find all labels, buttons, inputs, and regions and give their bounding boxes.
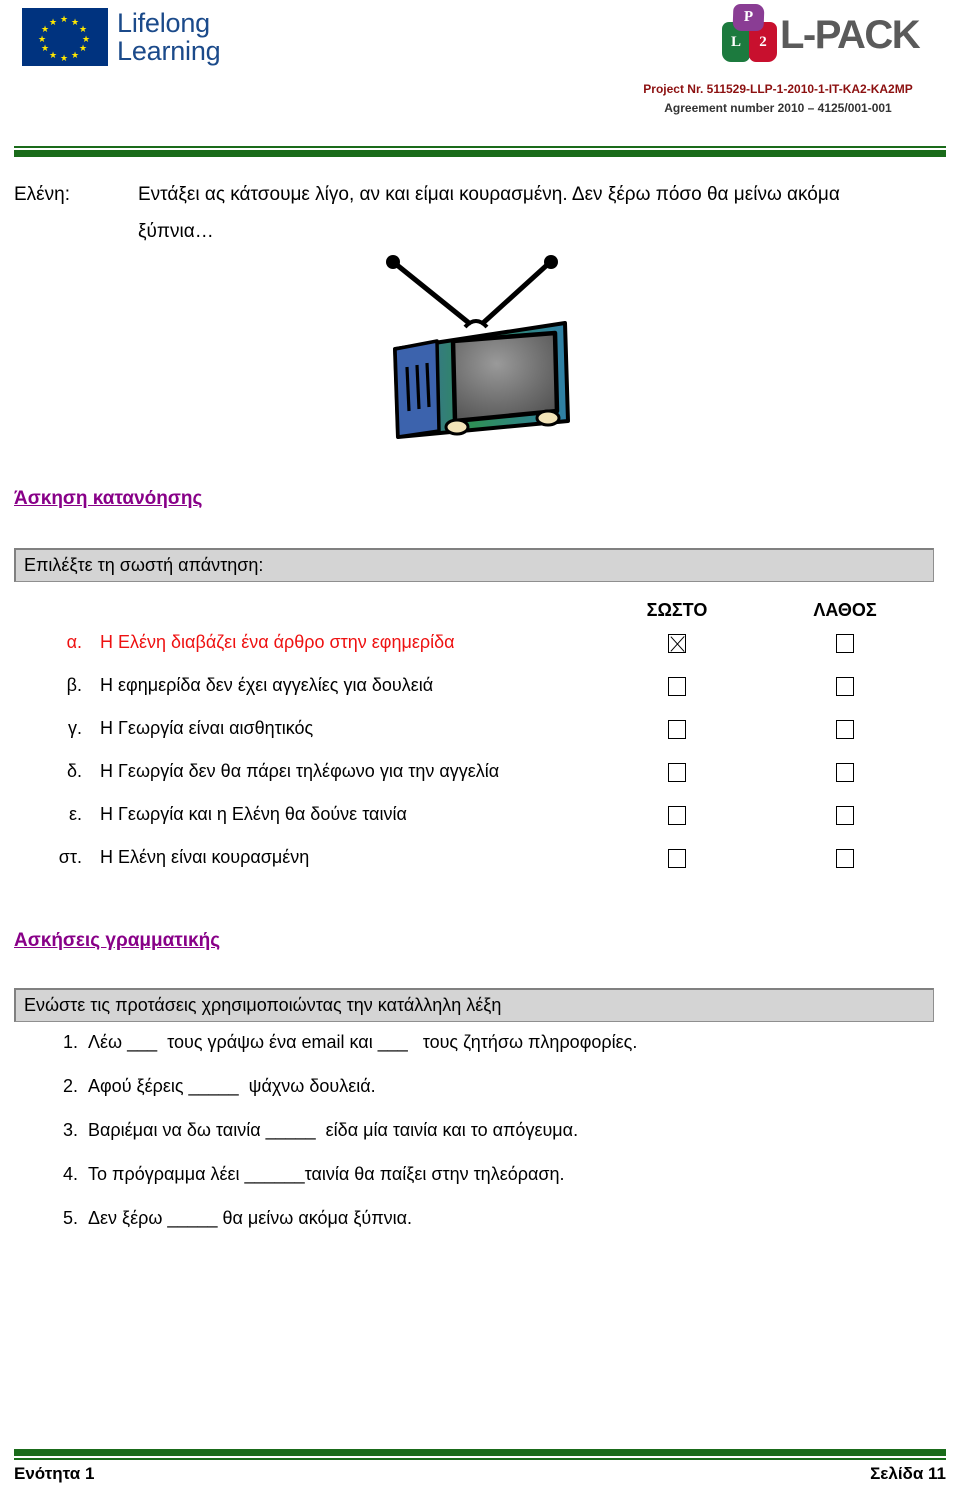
list-item: 5. Δεν ξέρω _____ θα μείνω ακόμα ξύπνια. [0,1208,960,1252]
list-item: 3. Βαριέμαι να δω ταινία _____ είδα μία … [0,1120,960,1164]
dialogue-speaker: Ελένη: [14,184,70,205]
item-sentence: Βαριέμαι να δω ταινία _____ είδα μία ται… [88,1120,579,1140]
checkbox-true[interactable] [668,806,686,825]
lifelong-learning-text: Lifelong Learning [117,9,221,65]
lpack-logo: L 2 P L-PACK [720,4,921,66]
table-row: στ. Η Ελένη είναι κουρασμένη [0,847,960,890]
project-reference: Project Nr. 511529-LLP-1-2010-1-IT-KA2-K… [608,80,948,117]
item-number: 5. [62,1208,78,1228]
true-false-table: ΣΩΣΤΟ ΛΑΘΟΣ α. Η Ελένη διαβάζει ένα άρθρ… [0,600,960,890]
item-number: 4. [62,1164,78,1184]
item-statement: Η Ελένη είναι κουρασμένη [100,847,310,867]
checkbox-false[interactable] [836,806,854,825]
project-number: Project Nr. 511529-LLP-1-2010-1-IT-KA2-K… [643,82,913,96]
logo-line-1: Lifelong [117,7,210,38]
table-row: δ. Η Γεωργία δεν θα πάρει τηλέφωνο για τ… [0,761,960,804]
item-number: 1. [62,1032,78,1052]
television-illustration [365,245,580,445]
item-statement: Η Γεωργία είναι αισθητικός [100,718,314,738]
page-header: ★ ★ ★ ★ ★ ★ ★ ★ ★ ★ ★ ★ Lifelong Learnin… [0,0,960,157]
table-row: γ. Η Γεωργία είναι αισθητικός [0,718,960,761]
agreement-number: Agreement number 2010 – 4125/001-001 [664,100,892,115]
cube-face-top: P [732,4,765,31]
comprehension-instruction-text: Επιλέξτε τη σωστή απάντηση: [24,555,264,575]
list-item: 4. Το πρόγραμμα λέει ______ταινία θα παί… [0,1164,960,1208]
table-row: β. Η εφημερίδα δεν έχει αγγελίες για δου… [0,675,960,718]
column-header-true: ΣΩΣΤΟ [646,600,708,620]
checkbox-true[interactable] [668,634,686,653]
item-number: 2. [62,1076,78,1096]
item-sentence: Λέω ___ τους γράψω ένα email και ___ του… [88,1032,638,1052]
checkbox-true[interactable] [668,677,686,696]
item-statement: Η Γεωργία και η Ελένη θα δούνε ταινία [100,804,407,824]
item-statement: Η εφημερίδα δεν έχει αγγελίες για δουλει… [100,675,434,695]
logo-line-2: Learning [117,36,221,66]
grammar-instruction-text: Ενώστε τις προτάσεις χρησιμοποιώντας την… [24,995,502,1015]
item-statement: Η Ελένη διαβάζει ένα άρθρο στην εφημερίδ… [100,632,455,652]
item-marker: α. [66,632,82,652]
checkbox-false[interactable] [836,763,854,782]
eu-flag-icon: ★ ★ ★ ★ ★ ★ ★ ★ ★ ★ ★ ★ [22,8,108,66]
table-row: ε. Η Γεωργία και η Ελένη θα δούνε ταινία [0,804,960,847]
list-item: 2. Αφού ξέρεις _____ ψάχνω δουλειά. [0,1076,960,1120]
checkbox-false[interactable] [836,677,854,696]
header-divider [14,146,946,157]
footer-unit: Ενότητα 1 [14,1464,95,1483]
checkbox-false[interactable] [836,634,854,653]
checkbox-false[interactable] [836,849,854,868]
dialogue-lines: Εντάξει ας κάτσουμε λίγο, αν και είμαι κ… [138,176,944,250]
dialogue-block: Ελένη: Εντάξει ας κάτσουμε λίγο, αν και … [14,176,944,250]
item-sentence: Αφού ξέρεις _____ ψάχνω δουλειά. [88,1076,376,1096]
item-marker: γ. [67,718,82,738]
checkbox-true[interactable] [668,720,686,739]
comprehension-instruction-bar: Επιλέξτε τη σωστή απάντηση: [14,548,934,582]
grammar-section-heading: Ασκήσεις γραμματικής [14,930,221,951]
table-row: α. Η Ελένη διαβάζει ένα άρθρο στην εφημε… [0,632,960,675]
item-sentence: Δεν ξέρω _____ θα μείνω ακόμα ξύπνια. [88,1208,413,1228]
comprehension-section-heading: Άσκηση κατανόησης [14,488,203,509]
checkbox-false[interactable] [836,720,854,739]
item-marker: ε. [68,804,82,824]
dialogue-line-1: Εντάξει ας κάτσουμε λίγο, αν και είμαι κ… [138,184,840,205]
lpack-wordmark: L-PACK [780,12,921,57]
item-marker: β. [66,675,82,695]
checkbox-true[interactable] [668,849,686,868]
item-marker: δ. [66,761,82,781]
item-marker: στ. [58,847,82,867]
footer-page-number: Σελίδα 11 [870,1464,946,1483]
item-number: 3. [62,1120,78,1140]
footer-divider [14,1449,946,1460]
true-false-header-row: ΣΩΣΤΟ ΛΑΘΟΣ [0,600,960,632]
grammar-instruction-bar: Ενώστε τις προτάσεις χρησιμοποιώντας την… [14,988,934,1022]
grammar-exercise-list: 1. Λέω ___ τους γράψω ένα email και ___ … [0,1032,960,1252]
lifelong-learning-logo: ★ ★ ★ ★ ★ ★ ★ ★ ★ ★ ★ ★ Lifelong Learnin… [22,8,221,66]
lpack-cube-icon: L 2 P [720,4,778,66]
column-header-false: ΛΑΘΟΣ [813,600,877,620]
item-statement: Η Γεωργία δεν θα πάρει τηλέφωνο για την … [100,761,500,781]
list-item: 1. Λέω ___ τους γράψω ένα email και ___ … [0,1032,960,1076]
checkbox-true[interactable] [668,763,686,782]
item-sentence: Το πρόγραμμα λέει ______ταινία θα παίξει… [88,1164,565,1184]
